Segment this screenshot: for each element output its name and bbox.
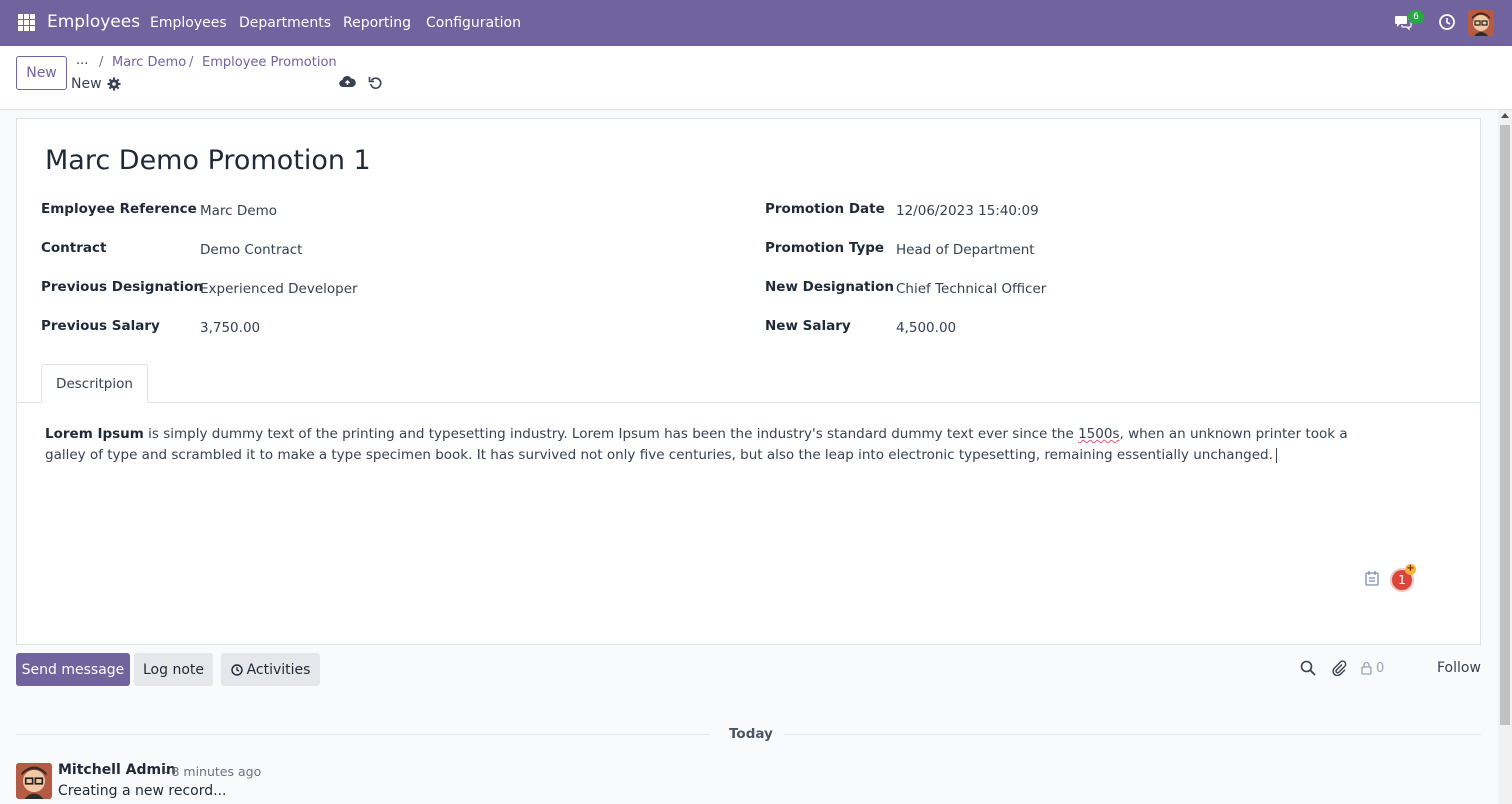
- employee-reference-field[interactable]: Marc Demo: [200, 203, 277, 219]
- promotion-type-field[interactable]: Head of Department: [896, 242, 1035, 258]
- new-designation-label: New Designation: [765, 279, 895, 295]
- promotion-type-label: Promotion Type: [765, 240, 885, 256]
- new-salary-label: New Salary: [765, 318, 851, 334]
- description-editor[interactable]: Lorem Ipsum is simply dummy text of the …: [45, 424, 1385, 466]
- gear-icon[interactable]: [107, 77, 121, 95]
- spellcheck-flagged-word[interactable]: 1500s: [1078, 426, 1119, 442]
- grammar-tool-icon[interactable]: [1365, 570, 1379, 590]
- send-message-button[interactable]: Send message: [16, 653, 130, 686]
- promotion-date-label: Promotion Date: [765, 201, 885, 217]
- employee-reference-label: Employee Reference: [41, 201, 197, 217]
- scrollbar-thumb[interactable]: [1500, 125, 1510, 725]
- breadcrumb-separator: /: [189, 55, 194, 70]
- control-panel: New ... / Marc Demo / Employee Promotion…: [0, 46, 1512, 110]
- description-text-1: is simply dummy text of the printing and…: [143, 426, 1079, 442]
- user-avatar[interactable]: [1468, 10, 1494, 36]
- menu-reporting[interactable]: Reporting: [343, 15, 411, 31]
- grammar-plus-icon: +: [1405, 563, 1416, 575]
- new-designation-field[interactable]: Chief Technical Officer: [896, 281, 1046, 297]
- discard-icon[interactable]: [368, 75, 383, 94]
- date-separator-line: [784, 734, 1481, 735]
- activities-label: Activities: [246, 661, 311, 678]
- breadcrumb-separator: /: [99, 55, 104, 70]
- follow-button[interactable]: Follow: [1437, 660, 1481, 676]
- new-button[interactable]: New: [16, 56, 67, 90]
- clock-icon: [230, 663, 243, 676]
- message-author[interactable]: Mitchell Admin: [58, 762, 176, 778]
- breadcrumb-more[interactable]: ...: [76, 53, 88, 68]
- breadcrumb-marc-demo[interactable]: Marc Demo: [112, 55, 186, 70]
- form-sheet: Marc Demo Promotion 1 Employee Reference…: [16, 118, 1481, 645]
- tab-divider: [17, 402, 1480, 403]
- record-status: New: [71, 76, 102, 92]
- previous-designation-field[interactable]: Experienced Developer: [200, 281, 358, 297]
- breadcrumb-employee-promotion[interactable]: Employee Promotion: [202, 55, 337, 70]
- date-separator: Today: [729, 726, 773, 742]
- previous-salary-field[interactable]: 3,750.00: [200, 320, 260, 336]
- menu-configuration[interactable]: Configuration: [426, 15, 521, 31]
- scroll-up-arrow[interactable]: [1501, 113, 1509, 118]
- menu-departments[interactable]: Departments: [239, 15, 331, 31]
- search-icon[interactable]: [1300, 660, 1316, 680]
- new-salary-field[interactable]: 4,500.00: [896, 320, 956, 336]
- text-cursor: [1275, 447, 1277, 463]
- previous-designation-label: Previous Designation: [41, 279, 204, 295]
- contract-label: Contract: [41, 240, 107, 256]
- clock-icon[interactable]: [1438, 13, 1456, 35]
- author-avatar[interactable]: [16, 763, 52, 799]
- top-navbar: Employees Employees Departments Reportin…: [0, 0, 1512, 46]
- followers-count: 0: [1376, 661, 1385, 676]
- tab-description[interactable]: Descritpion: [41, 364, 148, 403]
- save-cloud-icon[interactable]: [339, 75, 356, 93]
- date-separator-line: [16, 734, 710, 735]
- record-title[interactable]: Marc Demo Promotion 1: [45, 145, 371, 176]
- message-body: Creating a new record...: [58, 783, 227, 799]
- description-bold-text: Lorem Ipsum: [45, 426, 144, 442]
- message-timestamp: - 8 minutes ago: [163, 764, 262, 779]
- previous-salary-label: Previous Salary: [41, 318, 160, 334]
- messages-badge: 6: [1408, 10, 1424, 24]
- apps-menu-icon[interactable]: [18, 14, 35, 31]
- promotion-date-field[interactable]: 12/06/2023 15:40:09: [896, 203, 1039, 219]
- contract-field[interactable]: Demo Contract: [200, 242, 302, 258]
- followers-lock-icon[interactable]: [1361, 661, 1372, 679]
- activities-button[interactable]: Activities: [221, 653, 320, 686]
- log-note-button[interactable]: Log note: [134, 653, 213, 686]
- paperclip-icon[interactable]: [1331, 660, 1347, 680]
- app-name[interactable]: Employees: [47, 12, 140, 32]
- menu-employees[interactable]: Employees: [150, 15, 227, 31]
